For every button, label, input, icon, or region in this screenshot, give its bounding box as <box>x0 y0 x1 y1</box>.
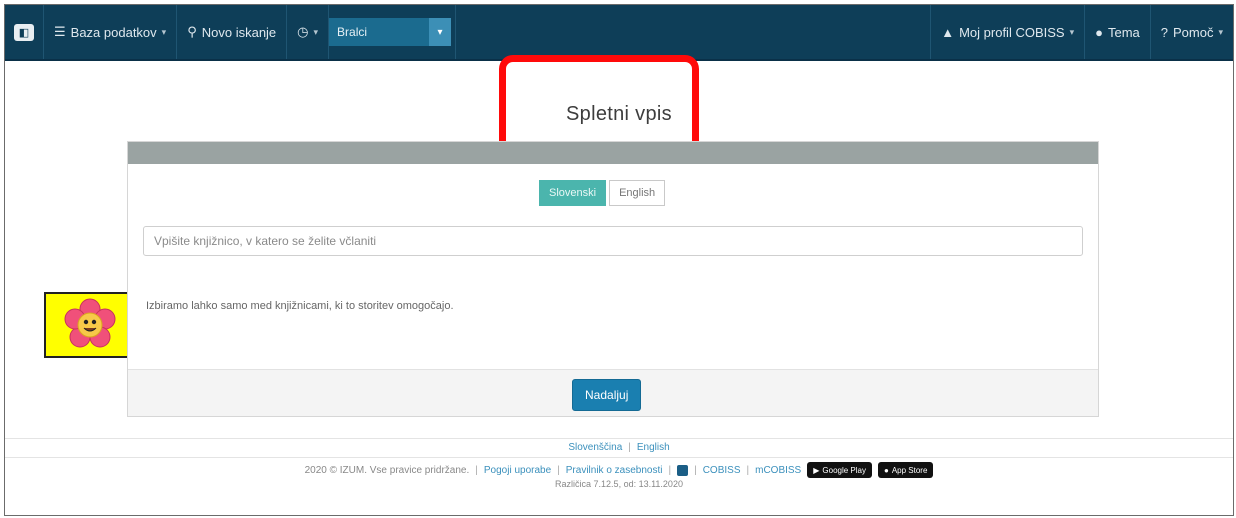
copyright-text: 2020 © IZUM. Vse pravice pridržane. <box>305 465 470 476</box>
history-menu[interactable]: ◷ ▾ <box>287 5 330 59</box>
database-icon: ☰ <box>54 24 66 39</box>
panel-header <box>128 142 1098 164</box>
database-menu[interactable]: ☰ Baza podatkov ▾ <box>44 5 178 59</box>
chevron-down-icon: ▾ <box>1218 26 1223 37</box>
theme-toggle[interactable]: ● Tema <box>1084 5 1150 59</box>
database-label: Baza podatkov <box>70 24 157 40</box>
eye-icon: ● <box>1095 24 1103 40</box>
mcobiss-link[interactable]: mCOBISS <box>755 465 801 476</box>
info-text: Izbiramo lahko samo med knjižnicami, ki … <box>146 300 454 312</box>
user-icon: ▲ <box>941 24 955 40</box>
top-navbar: ◧ ☰ Baza podatkov ▾ ⚲ Novo iskanje ◷ ▾ B… <box>5 5 1233 61</box>
separator: | <box>668 464 672 476</box>
footer-lang-english[interactable]: English <box>637 442 670 453</box>
library-select[interactable]: Bralci ▾ <box>329 5 457 59</box>
copyright-label: 2020 © IZUM. Vse pravice pridržane. <box>304 464 470 476</box>
version-text: Različica 7.12.5, od: 13.11.2020 <box>555 479 683 489</box>
linkedin-icon[interactable] <box>677 464 689 476</box>
separator: | <box>557 464 560 476</box>
select-dropdown-icon[interactable]: ▾ <box>429 18 452 46</box>
separator: | <box>746 464 750 476</box>
footer-language-links: Slovenščina | English <box>5 442 1233 453</box>
library-search-input[interactable] <box>143 226 1083 256</box>
footer-lang-slovenian[interactable]: Slovenščina <box>568 442 622 453</box>
footer-divider <box>5 438 1233 439</box>
theme-label: Tema <box>1107 24 1140 40</box>
navbar-spacer <box>456 5 930 59</box>
panel-footer: Nadaljuj <box>128 369 1098 416</box>
separator: | <box>628 442 631 453</box>
profile-label: Moj profil COBISS <box>959 24 1065 40</box>
lang-english-button[interactable]: English <box>609 180 666 206</box>
clock-icon: ◷ <box>297 24 309 39</box>
chevron-down-icon: ▾ <box>161 26 167 37</box>
footer-divider <box>5 457 1233 458</box>
google-play-badge[interactable]: ▶ Google Play <box>807 462 872 478</box>
continue-button[interactable]: Nadaljuj <box>572 379 642 411</box>
new-search-label: Novo iskanje <box>201 24 277 40</box>
help-label: Pomoč <box>1173 24 1214 40</box>
app-store-badge[interactable]: ● App Store <box>877 462 934 478</box>
help-icon: ? <box>1160 24 1168 40</box>
separator: | <box>475 464 478 476</box>
new-search-link[interactable]: ⚲ Novo iskanje <box>177 5 288 59</box>
search-icon: ⚲ <box>187 24 197 39</box>
help-menu[interactable]: ? Pomoč ▾ <box>1149 5 1233 59</box>
browser-frame: ◧ ☰ Baza podatkov ▾ ⚲ Novo iskanje ◷ ▾ B… <box>4 4 1234 516</box>
language-toggle: Slovenski English <box>539 180 666 206</box>
privacy-link[interactable]: Pravilnik o zasebnosti <box>566 465 663 476</box>
app-store-label: App Store <box>891 465 928 475</box>
apple-icon: ● <box>883 465 889 475</box>
library-select-value[interactable]: Bralci <box>329 18 430 46</box>
profile-menu[interactable]: ▲ Moj profil COBISS ▾ <box>930 5 1084 59</box>
footer-links: 2020 © IZUM. Vse pravice pridržane. | Po… <box>5 462 1233 478</box>
google-play-label: Google Play <box>822 465 866 475</box>
play-icon: ▶ <box>813 465 820 475</box>
flower-sticker <box>44 292 136 358</box>
chevron-down-icon: ▾ <box>313 26 319 37</box>
separator: | <box>694 464 697 476</box>
enrollment-panel: Slovenski English Izbiramo lahko samo me… <box>127 141 1099 417</box>
lang-slovenian-button[interactable]: Slovenski <box>539 180 607 206</box>
terms-link[interactable]: Pogoji uporabe <box>484 465 551 476</box>
flower-icon <box>64 298 116 348</box>
chevron-down-icon: ▾ <box>1069 26 1075 37</box>
cobiss-link[interactable]: COBISS <box>703 465 741 476</box>
home-logo[interactable]: ◧ <box>5 5 44 59</box>
cobiss-logo-icon: ◧ <box>14 23 34 41</box>
